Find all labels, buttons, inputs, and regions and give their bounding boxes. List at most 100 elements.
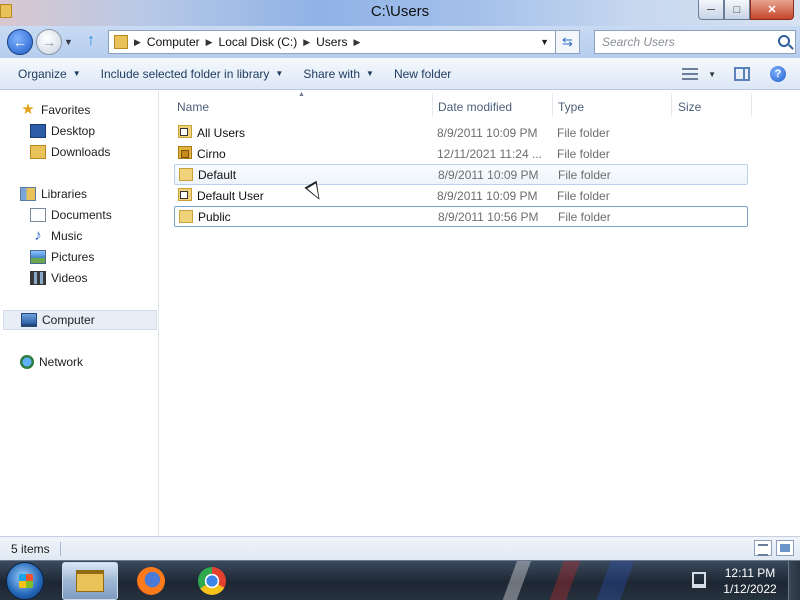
file-date: 8/9/2011 10:09 PM [437,188,538,203]
file-date: 8/9/2011 10:09 PM [438,167,539,182]
share-with-menu[interactable]: Share with ▼ [293,58,384,89]
documents-icon [30,208,46,222]
folder-icon [179,210,193,223]
refresh-button[interactable]: ⇆ [556,30,580,54]
breadcrumb-local-disk[interactable]: Local Disk (C:) [219,35,298,49]
nav-music[interactable]: ♪ Music [30,226,82,246]
file-row[interactable]: Default User 8/9/2011 10:09 PM File fold… [174,185,748,206]
wallpaper-strip [470,561,690,600]
taskbar-chrome[interactable] [184,562,240,600]
column-date-modified[interactable]: Date modified [438,97,512,117]
breadcrumb-users[interactable]: Users [316,35,347,49]
file-name: Default User [197,188,264,203]
details-view-icon[interactable] [754,540,772,556]
search-input[interactable] [602,35,772,49]
file-date: 12/11/2021 11:24 ... [437,146,542,161]
clock-time: 12:11 PM [724,566,776,580]
file-type: File folder [557,125,610,140]
desktop-icon [30,124,46,138]
nav-desktop[interactable]: Desktop [30,121,95,141]
include-label: Include selected folder in library [100,66,270,81]
folder-shortcut-icon [178,188,192,201]
column-divider[interactable] [751,93,752,117]
nav-downloads-label: Downloads [51,145,111,159]
address-row: ← → ▼ ↑ ▶ Computer ▶ Local Disk (C:) ▶ U… [0,26,800,58]
windows-logo-icon [19,574,33,588]
nav-downloads[interactable]: Downloads [30,142,110,162]
large-icons-view-icon[interactable] [776,540,794,556]
clock-date: 1/12/2022 [723,582,777,596]
folder-shortcut-icon [178,125,192,138]
file-name: Public [198,209,231,224]
forward-button[interactable]: → [36,29,62,55]
nav-computer-label: Computer [42,313,95,327]
recent-pages-dropdown[interactable]: ▼ [64,37,73,47]
breadcrumb-arrow-icon[interactable]: ▶ [303,37,310,48]
start-button[interactable] [6,562,44,600]
music-icon: ♪ [34,227,42,244]
taskbar-firefox[interactable] [123,562,179,600]
file-type: File folder [558,167,611,182]
search-box[interactable] [594,30,796,54]
new-folder-button[interactable]: New folder [384,58,461,89]
videos-icon [30,271,46,285]
minimize-button[interactable]: ─ [698,0,724,20]
file-row-hovered[interactable]: Default 8/9/2011 10:09 PM File folder [174,164,748,185]
column-type[interactable]: Type [558,97,584,117]
chevron-down-icon: ▼ [275,69,284,78]
address-bar[interactable]: ▶ Computer ▶ Local Disk (C:) ▶ Users ▶ ▼ [108,30,556,54]
back-button[interactable]: ← [7,29,33,55]
chrome-icon [198,567,226,595]
windows-explorer-icon [76,570,104,592]
file-row-focused[interactable]: Public 8/9/2011 10:56 PM File folder [174,206,748,227]
close-button[interactable]: ✕ [750,0,794,20]
column-divider[interactable] [671,93,672,117]
nav-computer[interactable]: Computer [3,310,157,330]
show-desktop-button[interactable] [788,561,800,600]
address-dropdown-icon[interactable]: ▼ [540,37,549,47]
breadcrumb-arrow-icon[interactable]: ▶ [134,37,141,48]
breadcrumb-arrow-icon[interactable]: ▶ [353,37,360,48]
file-list: ▲ Name Date modified Type Size All Users… [160,91,800,536]
column-size[interactable]: Size [678,97,701,117]
file-row[interactable]: All Users 8/9/2011 10:09 PM File folder [174,122,748,143]
nav-videos[interactable]: Videos [30,268,87,288]
chevron-down-icon: ▼ [366,69,374,78]
network-tray-icon[interactable] [692,572,706,588]
navigation-pane: ★ Favorites Desktop Downloads Libraries … [0,91,159,536]
organize-menu[interactable]: Organize ▼ [8,58,91,89]
address-folder-icon [114,35,128,49]
nav-pictures[interactable]: Pictures [30,247,94,267]
status-bar: 5 items [0,536,800,560]
nav-favorites[interactable]: ★ Favorites [20,100,90,120]
nav-music-label: Music [51,229,83,243]
column-divider[interactable] [432,93,433,117]
organize-label: Organize [18,66,67,81]
pictures-icon [30,250,46,264]
file-row[interactable]: Cirno 12/11/2021 11:24 ... File folder [174,143,748,164]
share-label: Share with [303,66,361,81]
search-icon[interactable] [778,35,790,47]
nav-libraries[interactable]: Libraries [20,184,87,204]
nav-network[interactable]: Network [20,352,83,372]
maximize-button[interactable]: □ [724,0,750,20]
help-icon[interactable]: ? [770,66,786,82]
include-in-library-menu[interactable]: Include selected folder in library ▼ [91,58,294,89]
star-icon: ★ [21,101,35,118]
preview-pane-icon[interactable] [734,67,750,81]
taskbar-explorer[interactable] [62,562,118,600]
breadcrumb-computer[interactable]: Computer [147,35,200,49]
refresh-icon: ⇆ [562,34,573,49]
breadcrumb-arrow-icon[interactable]: ▶ [206,37,213,48]
nav-documents[interactable]: Documents [30,205,112,225]
file-name: All Users [197,125,246,140]
system-clock[interactable]: 12:11 PM 1/12/2022 [716,565,784,597]
up-folder-icon[interactable]: ↑ [87,32,95,50]
network-icon [20,355,34,369]
view-options-dropdown-icon[interactable]: ▼ [708,70,716,79]
change-view-icon[interactable] [682,68,699,80]
title-bar[interactable]: C:\Users ─ □ ✕ [0,0,800,26]
chevron-down-icon: ▼ [72,69,81,78]
column-divider[interactable] [552,93,553,117]
column-name[interactable]: Name [177,97,427,117]
